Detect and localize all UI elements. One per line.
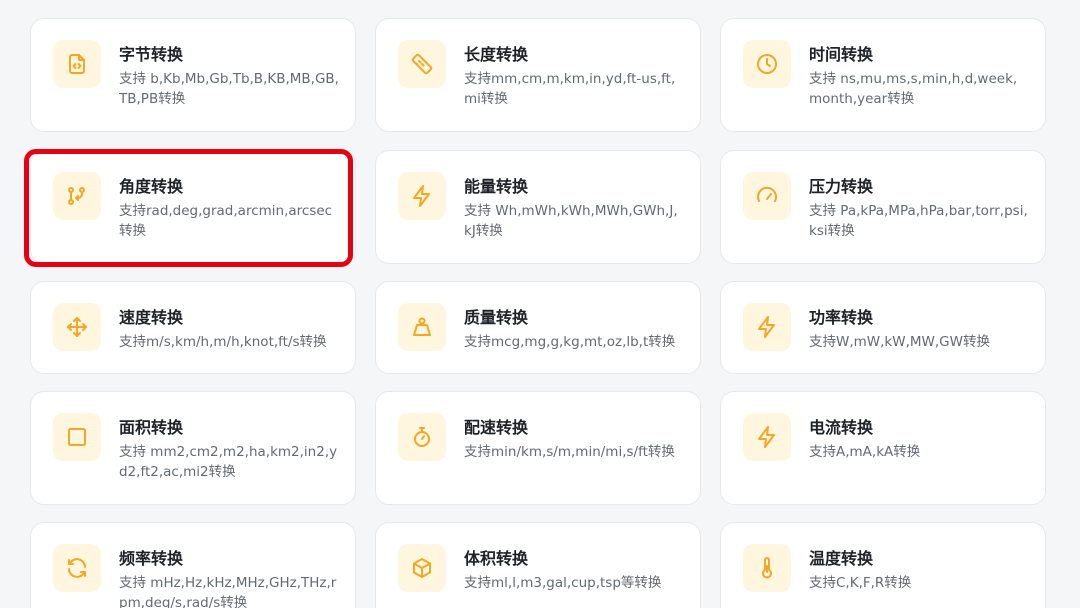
card-volume-converter[interactable]: 体积转换 支持ml,l,m3,gal,cup,tsp等转换 (375, 522, 701, 608)
card-description: 支持C,K,F,R转换 (809, 575, 912, 591)
card-speed-converter[interactable]: 速度转换 支持m/s,km/h,m/h,knot,ft/s转换 (30, 281, 356, 374)
file-code-icon (53, 40, 101, 88)
card-title: 体积转换 (464, 549, 529, 568)
card-title: 面积转换 (119, 418, 184, 437)
card-description: 支持 b,Kb,Mb,Gb,Tb,B,KB,MB,GB,TB,PB转换 (119, 71, 339, 107)
card-title: 电流转换 (809, 418, 874, 437)
card-title: 时间转换 (809, 45, 874, 64)
card-title: 频率转换 (119, 549, 184, 568)
card-title: 质量转换 (464, 308, 529, 327)
card-temperature-converter[interactable]: 温度转换 支持C,K,F,R转换 (720, 522, 1046, 608)
card-description: 支持 Pa,kPa,MPa,hPa,bar,torr,psi,ksi转换 (809, 203, 1028, 239)
card-angle-converter[interactable]: 角度转换 支持rad,deg,grad,arcmin,arcsec转换 (30, 150, 356, 264)
card-description: 支持W,mW,kW,MW,GW转换 (809, 334, 990, 350)
weight-icon (398, 303, 446, 351)
card-byte-converter[interactable]: 字节转换 支持 b,Kb,Mb,Gb,Tb,B,KB,MB,GB,TB,PB转换 (30, 18, 356, 132)
angle-icon (53, 172, 101, 220)
cube-icon (398, 544, 446, 592)
lightning-icon (398, 172, 446, 220)
card-title: 能量转换 (464, 177, 529, 196)
gauge-icon (743, 172, 791, 220)
card-description: 支持m/s,km/h,m/h,knot,ft/s转换 (119, 334, 327, 350)
move-icon (53, 303, 101, 351)
card-title: 配速转换 (464, 418, 529, 437)
card-description: 支持min/km,s/m,min/mi,s/ft转换 (464, 444, 675, 460)
ruler-icon (398, 40, 446, 88)
card-description: 支持A,mA,kA转换 (809, 444, 921, 460)
card-frequency-converter[interactable]: 频率转换 支持 mHz,Hz,kHz,MHz,GHz,THz,rpm,deg/s… (30, 522, 356, 608)
card-description: 支持mcg,mg,g,kg,mt,oz,lb,t转换 (464, 334, 676, 350)
card-pressure-converter[interactable]: 压力转换 支持 Pa,kPa,MPa,hPa,bar,torr,psi,ksi转… (720, 150, 1046, 264)
converter-grid: 字节转换 支持 b,Kb,Mb,Gb,Tb,B,KB,MB,GB,TB,PB转换… (0, 0, 1080, 608)
card-title: 压力转换 (809, 177, 874, 196)
card-title: 温度转换 (809, 549, 874, 568)
thermometer-icon (743, 544, 791, 592)
card-description: 支持 mm2,cm2,m2,ha,km2,in2,yd2,ft2,ac,mi2转… (119, 444, 338, 480)
card-description: 支持ml,l,m3,gal,cup,tsp等转换 (464, 575, 662, 591)
card-title: 速度转换 (119, 308, 184, 327)
card-description: 支持rad,deg,grad,arcmin,arcsec转换 (119, 203, 333, 239)
card-time-converter[interactable]: 时间转换 支持 ns,mu,ms,s,min,h,d,week,month,ye… (720, 18, 1046, 132)
card-title: 长度转换 (464, 45, 529, 64)
card-description: 支持 mHz,Hz,kHz,MHz,GHz,THz,rpm,deg/s,rad/… (119, 575, 337, 608)
card-mass-converter[interactable]: 质量转换 支持mcg,mg,g,kg,mt,oz,lb,t转换 (375, 281, 701, 374)
card-area-converter[interactable]: 面积转换 支持 mm2,cm2,m2,ha,km2,in2,yd2,ft2,ac… (30, 391, 356, 505)
lightning-icon (743, 413, 791, 461)
card-pace-converter[interactable]: 配速转换 支持min/km,s/m,min/mi,s/ft转换 (375, 391, 701, 505)
square-icon (53, 413, 101, 461)
lightning-icon (743, 303, 791, 351)
card-title: 角度转换 (119, 177, 184, 196)
card-title: 功率转换 (809, 308, 874, 327)
card-length-converter[interactable]: 长度转换 支持mm,cm,m,km,in,yd,ft-us,ft,mi转换 (375, 18, 701, 132)
stopwatch-icon (398, 413, 446, 461)
card-power-converter[interactable]: 功率转换 支持W,mW,kW,MW,GW转换 (720, 281, 1046, 374)
card-description: 支持mm,cm,m,km,in,yd,ft-us,ft,mi转换 (464, 71, 676, 107)
card-description: 支持 Wh,mWh,kWh,MWh,GWh,J,kJ转换 (464, 203, 678, 239)
card-description: 支持 ns,mu,ms,s,min,h,d,week,month,year转换 (809, 71, 1018, 107)
clock-icon (743, 40, 791, 88)
card-current-converter[interactable]: 电流转换 支持A,mA,kA转换 (720, 391, 1046, 505)
card-title: 字节转换 (119, 45, 184, 64)
refresh-icon (53, 544, 101, 592)
card-energy-converter[interactable]: 能量转换 支持 Wh,mWh,kWh,MWh,GWh,J,kJ转换 (375, 150, 701, 264)
